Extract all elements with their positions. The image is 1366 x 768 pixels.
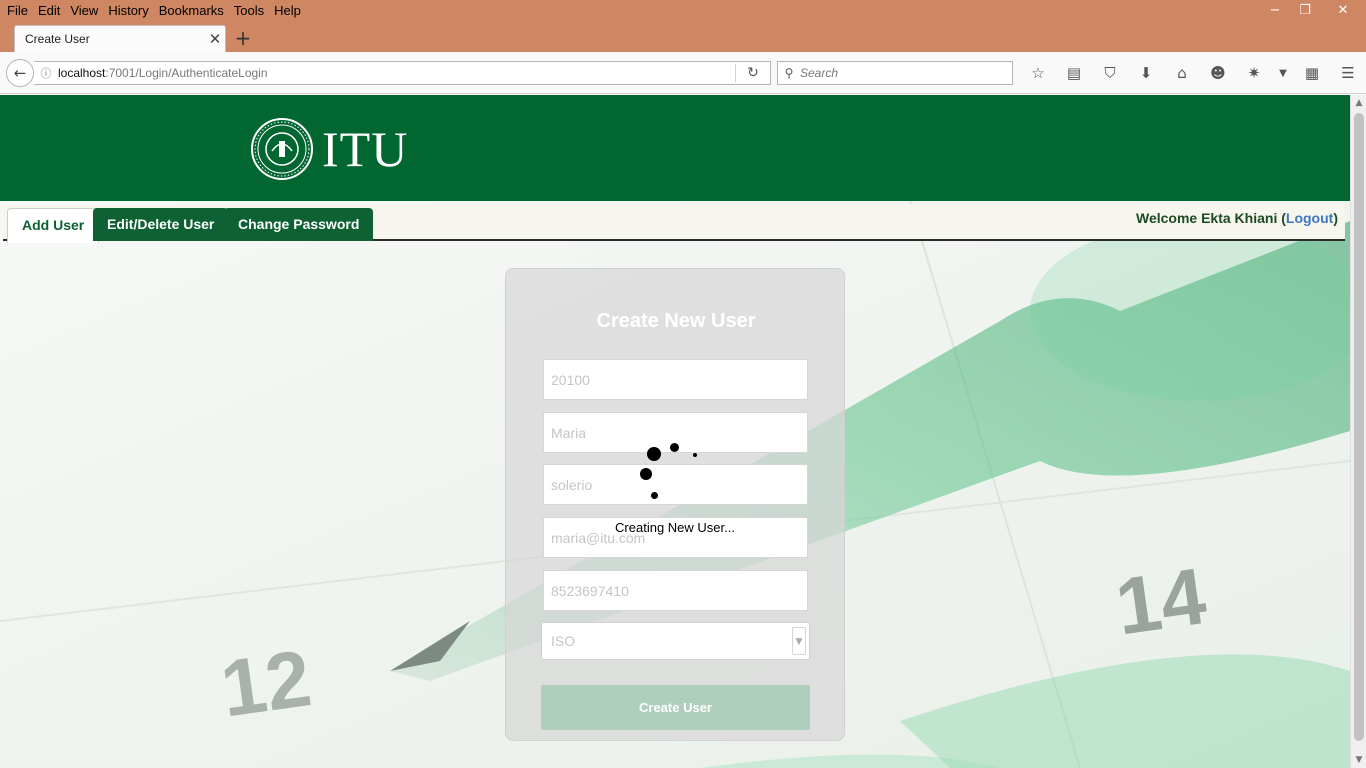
back-arrow-icon: ← <box>13 64 27 82</box>
url-host: localhost <box>58 66 106 80</box>
tab-close-icon[interactable]: ✕ <box>205 30 225 48</box>
spinner-dot <box>651 492 658 499</box>
sync-icon[interactable]: ▦ <box>1294 64 1330 82</box>
menu-history[interactable]: History <box>103 0 153 21</box>
spinner-dot <box>647 447 661 461</box>
url-text[interactable]: localhost:7001/Login/AuthenticateLogin <box>58 66 735 80</box>
menu-bar: File Edit View History Bookmarks Tools H… <box>0 0 306 21</box>
new-tab-button[interactable]: + <box>232 26 254 50</box>
search-input[interactable] <box>800 66 1000 80</box>
page-viewport: ITU 12 14 Add User Edit/Delete User Chan… <box>0 95 1350 768</box>
chat-icon[interactable]: ☻ <box>1200 64 1236 82</box>
bookmark-star-icon[interactable]: ☆ <box>1020 64 1056 82</box>
create-user-button[interactable]: Create User <box>541 685 810 730</box>
logo-text: ITU <box>322 121 409 177</box>
navigation-toolbar: ← ⓘ localhost:7001/Login/AuthenticateLog… <box>0 52 1366 94</box>
chevron-down-icon[interactable]: ▼ <box>1272 68 1294 79</box>
tab-edit-delete-user[interactable]: Edit/Delete User <box>93 208 229 241</box>
tab-strip: Create User ✕ + <box>0 21 1366 52</box>
address-bar[interactable]: ⓘ localhost:7001/Login/AuthenticateLogin… <box>34 61 771 85</box>
menu-file[interactable]: File <box>2 0 33 21</box>
toolbar-icons: ☆ ▤ ⛉ ⬇ ⌂ ☻ ✷ ▼ ▦ ☰ <box>1020 61 1366 85</box>
menu-view[interactable]: View <box>65 0 103 21</box>
close-window-button[interactable]: ✕ <box>1320 0 1366 21</box>
university-seal-icon <box>251 118 313 180</box>
extension-icon[interactable]: ✷ <box>1236 64 1272 82</box>
form-title: Create New User <box>596 310 756 332</box>
spinner-dot <box>670 443 679 452</box>
hamburger-menu-icon[interactable]: ☰ <box>1330 64 1366 82</box>
tab-change-password[interactable]: Change Password <box>224 208 374 241</box>
welcome-message: Welcome Ekta Khiani (Logout) <box>1136 210 1338 226</box>
url-path: :7001/Login/AuthenticateLogin <box>105 66 268 80</box>
reload-icon[interactable]: ↻ <box>736 65 770 81</box>
restore-button[interactable]: ❐ <box>1290 0 1320 21</box>
spinner-dot <box>693 453 697 457</box>
scroll-up-icon[interactable]: ▲ <box>1351 95 1366 111</box>
home-icon[interactable]: ⌂ <box>1164 64 1200 82</box>
department-value: ISO <box>551 633 576 649</box>
user-id-field[interactable] <box>543 359 808 400</box>
menu-bookmarks[interactable]: Bookmarks <box>154 0 229 21</box>
department-select[interactable]: ISO ▼ <box>541 622 810 660</box>
svg-text:14: 14 <box>1110 551 1211 652</box>
vertical-scrollbar[interactable]: ▲ ▼ <box>1350 95 1366 768</box>
itu-logo[interactable]: ITU <box>250 117 408 181</box>
bookmarks-library-icon[interactable]: ▤ <box>1056 64 1092 82</box>
menu-tools[interactable]: Tools <box>229 0 269 21</box>
search-bar[interactable]: ⚲ <box>777 61 1013 85</box>
logout-link[interactable]: Logout <box>1286 210 1333 226</box>
search-icon: ⚲ <box>784 66 794 80</box>
back-button[interactable]: ← <box>6 59 34 87</box>
chevron-down-icon: ▼ <box>792 627 806 655</box>
browser-tab-create-user[interactable]: Create User ✕ <box>14 25 226 52</box>
phone-field[interactable] <box>543 570 808 611</box>
menu-edit[interactable]: Edit <box>33 0 65 21</box>
pocket-icon[interactable]: ⛉ <box>1092 64 1128 82</box>
scroll-down-icon[interactable]: ▼ <box>1351 752 1366 768</box>
tab-add-user[interactable]: Add User <box>7 208 100 243</box>
loading-message: Creating New User... <box>615 520 735 535</box>
welcome-suffix: ) <box>1333 210 1338 226</box>
welcome-text: Welcome Ekta Khiani ( <box>1136 210 1286 226</box>
menu-help[interactable]: Help <box>269 0 306 21</box>
window-controls: − ❐ ✕ <box>1260 0 1366 21</box>
downloads-icon[interactable]: ⬇ <box>1128 64 1164 82</box>
spinner-dot <box>640 468 652 480</box>
svg-text:12: 12 <box>216 633 317 734</box>
tab-title: Create User <box>25 32 90 46</box>
site-nav-tabs: Add User Edit/Delete User Change Passwor… <box>3 204 1345 243</box>
site-header: ITU <box>0 95 1350 201</box>
minimize-button[interactable]: − <box>1260 0 1290 21</box>
window-titlebar: File Edit View History Bookmarks Tools H… <box>0 0 1366 21</box>
site-info-icon[interactable]: ⓘ <box>34 65 58 81</box>
scrollbar-thumb[interactable] <box>1354 113 1364 741</box>
